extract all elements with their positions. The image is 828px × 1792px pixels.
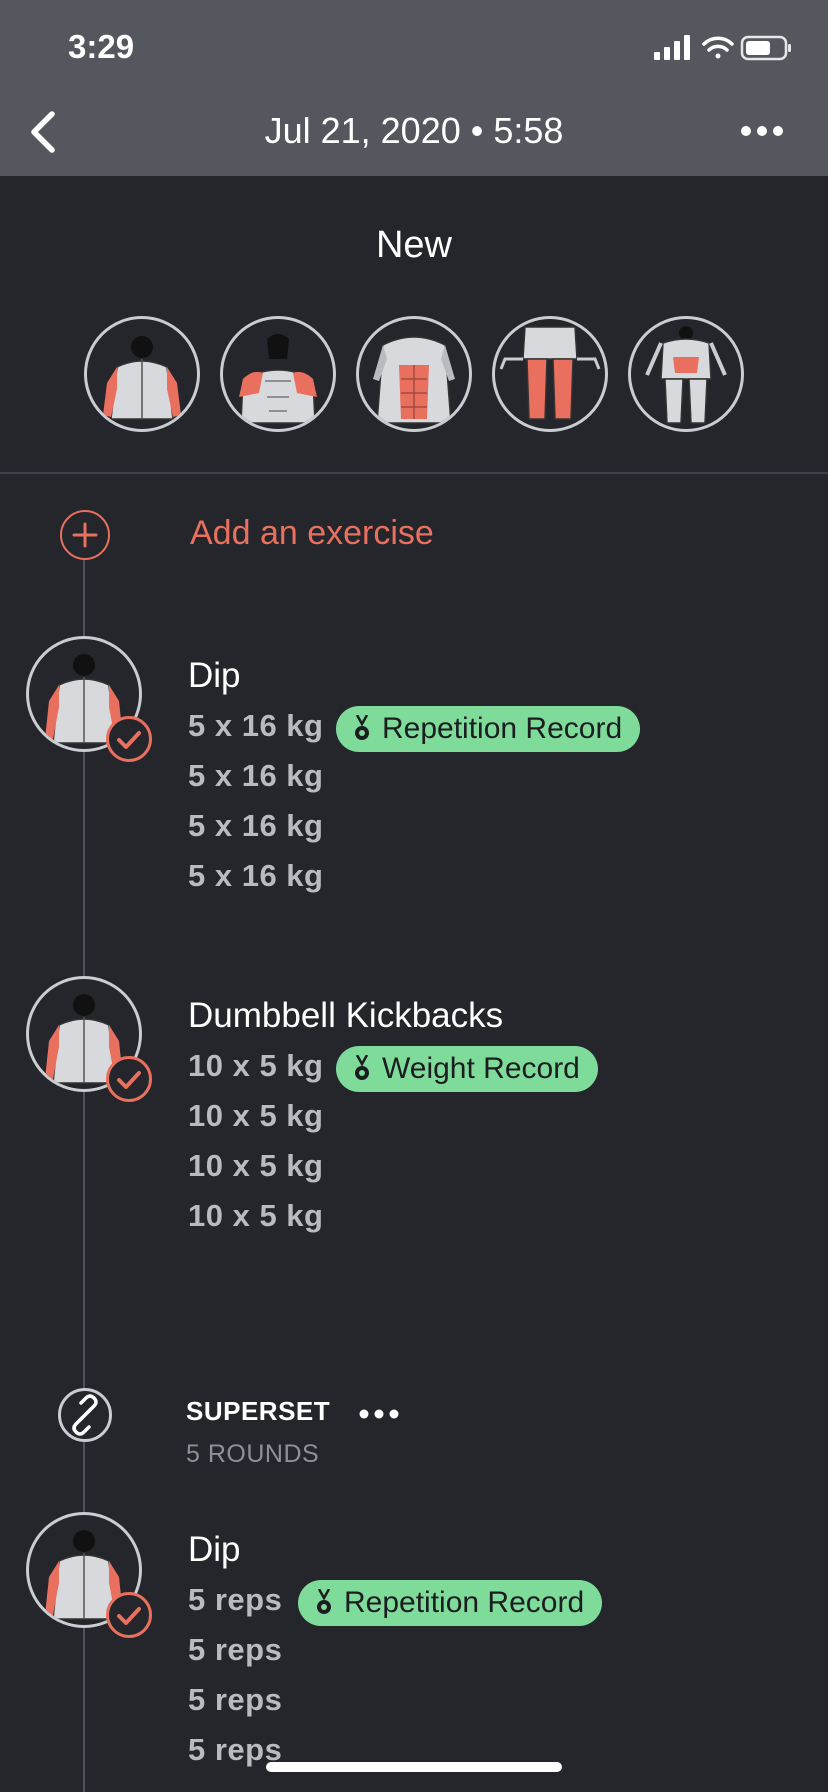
medal-icon	[317, 1589, 331, 1614]
record-label: Repetition Record	[382, 712, 623, 745]
set-line: 10 x 5 kg	[188, 1198, 324, 1233]
medal-icon	[355, 715, 369, 740]
status-time: 3:29	[68, 28, 135, 65]
record-label: Repetition Record	[344, 1586, 585, 1619]
section-divider	[0, 472, 828, 474]
record-badge: Repetition Record	[336, 706, 641, 752]
home-indicator[interactable]	[266, 1762, 562, 1772]
cellular-signal-icon	[654, 35, 690, 60]
exercise-name[interactable]: Dumbbell Kickbacks	[188, 996, 503, 1036]
muscle-icon-lower-back[interactable]	[628, 316, 744, 432]
add-exercise-label[interactable]: Add an exercise	[190, 514, 434, 553]
set-line: 5 reps	[188, 1682, 283, 1717]
add-exercise-button[interactable]	[60, 510, 110, 560]
superset-rounds: 5 ROUNDS	[186, 1440, 320, 1468]
set-line: 5 reps	[188, 1632, 283, 1667]
workout-title[interactable]: New	[0, 224, 828, 267]
muscle-icon-shoulders[interactable]	[220, 316, 336, 432]
set-line: 10 x 5 kg	[188, 1148, 324, 1183]
set-line: 5 reps	[188, 1582, 283, 1617]
exercise-name[interactable]: Dip	[188, 656, 241, 696]
more-options-icon[interactable]	[740, 124, 784, 138]
record-label: Weight Record	[382, 1052, 580, 1085]
set-line: 5 x 16 kg	[188, 808, 324, 843]
record-badge: Repetition Record	[298, 1580, 603, 1626]
set-line: 5 x 16 kg	[188, 708, 324, 743]
muscle-icon-abs[interactable]	[356, 316, 472, 432]
completed-check-icon	[106, 716, 152, 762]
set-line: 5 x 16 kg	[188, 758, 324, 793]
status-icons	[654, 34, 794, 62]
exercise-name[interactable]: Dip	[188, 1530, 241, 1570]
battery-icon	[740, 35, 791, 61]
superset-more-icon[interactable]	[358, 1408, 400, 1420]
set-line: 10 x 5 kg	[188, 1098, 324, 1133]
muscle-icon-hamstrings[interactable]	[492, 316, 608, 432]
wifi-icon	[702, 36, 734, 59]
completed-check-icon	[106, 1056, 152, 1102]
set-line: 5 x 16 kg	[188, 858, 324, 893]
nav-title: Jul 21, 2020 • 5:58	[264, 110, 564, 151]
completed-check-icon	[106, 1592, 152, 1638]
record-badge: Weight Record	[336, 1046, 598, 1092]
medal-icon	[355, 1055, 369, 1080]
muscle-icon-triceps[interactable]	[84, 316, 200, 432]
superset-title: SUPERSET	[186, 1396, 331, 1426]
set-line: 10 x 5 kg	[188, 1048, 324, 1083]
superset-link-icon[interactable]	[58, 1388, 112, 1442]
plus-icon	[72, 522, 98, 548]
top-bar: 3:29 Jul 21, 2020 • 5:58	[0, 0, 828, 176]
muscle-group-row	[84, 316, 744, 432]
